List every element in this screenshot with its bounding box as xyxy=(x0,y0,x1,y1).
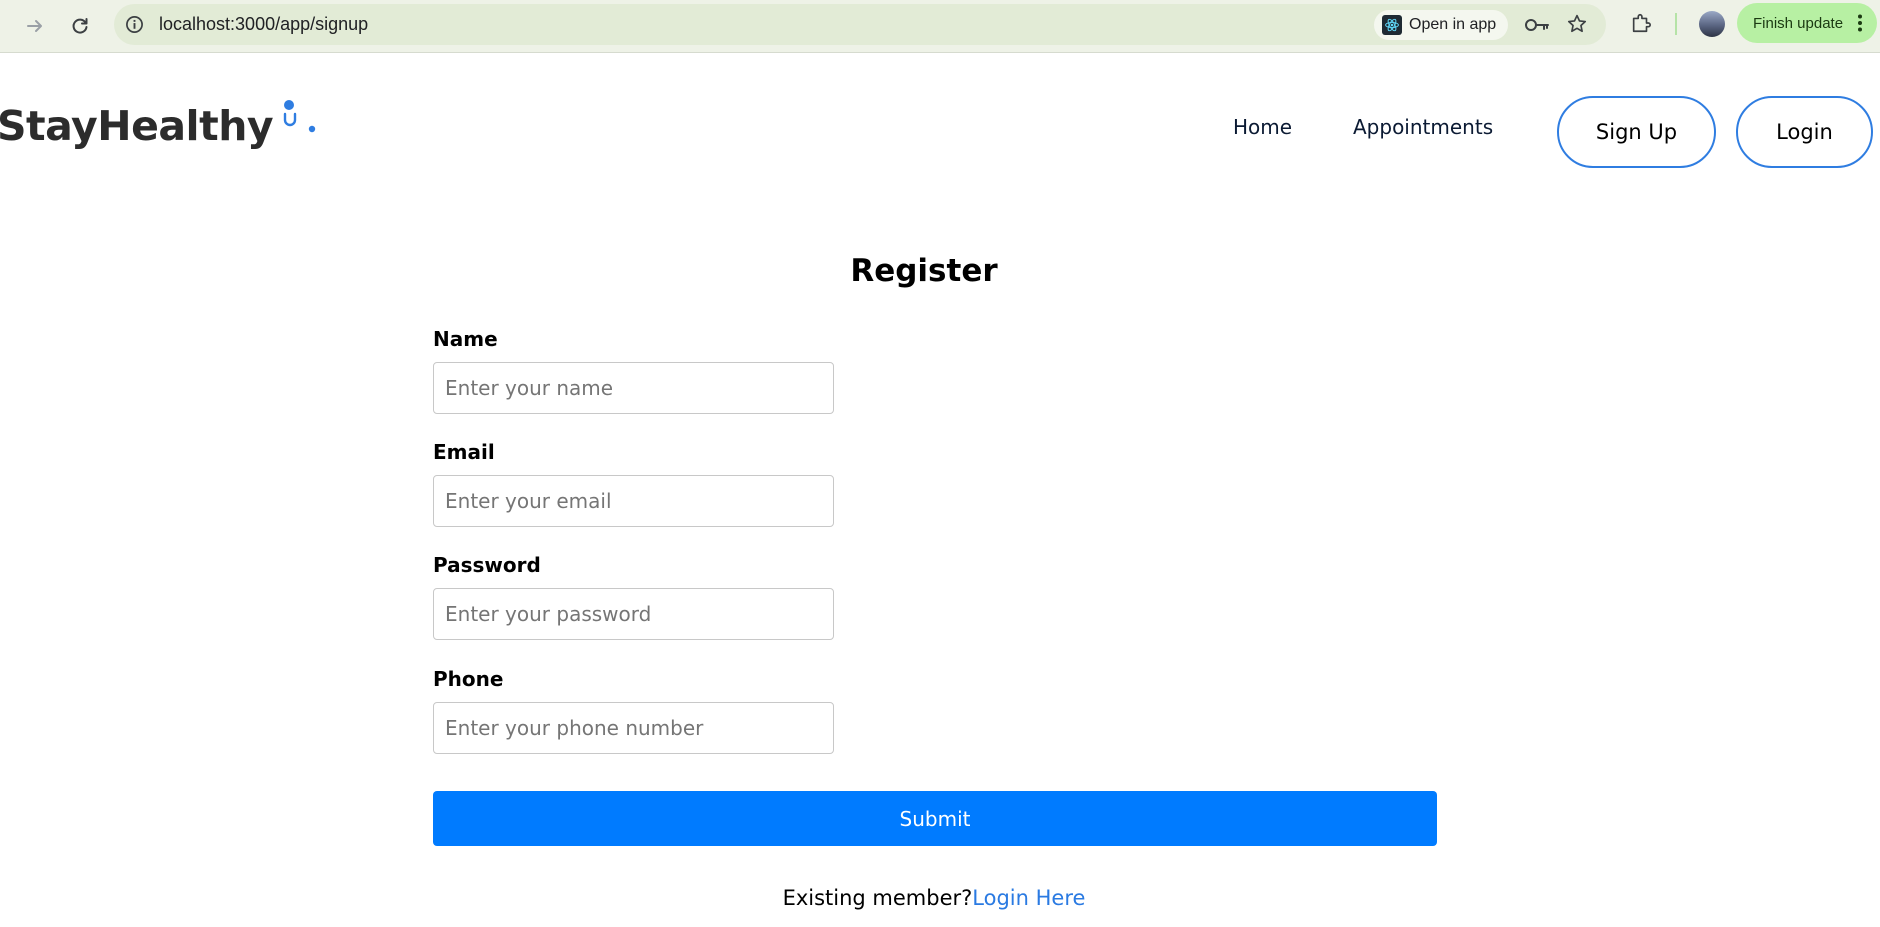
email-label: Email xyxy=(433,440,495,464)
address-bar[interactable]: localhost:3000/app/signup Open in app xyxy=(114,4,1606,45)
nav-appointments-link[interactable]: Appointments xyxy=(1353,115,1493,139)
open-in-app-chip[interactable]: Open in app xyxy=(1374,10,1509,40)
login-button[interactable]: Login xyxy=(1736,96,1873,168)
react-icon xyxy=(1382,15,1402,35)
finish-update-label: Finish update xyxy=(1753,14,1844,32)
toolbar-divider xyxy=(1675,13,1677,35)
name-label: Name xyxy=(433,327,498,351)
name-input[interactable] xyxy=(433,362,834,414)
page-title: Register xyxy=(850,253,998,289)
more-menu-icon[interactable] xyxy=(1857,14,1863,36)
phone-label: Phone xyxy=(433,667,504,691)
password-input[interactable] xyxy=(433,588,834,640)
nav-home-link[interactable]: Home xyxy=(1233,115,1292,139)
logo-stethoscope-icon xyxy=(279,96,319,144)
reload-icon xyxy=(72,18,88,34)
site-info-icon[interactable] xyxy=(124,14,145,35)
phone-input[interactable] xyxy=(433,702,834,754)
password-key-icon[interactable] xyxy=(1524,15,1550,39)
email-input[interactable] xyxy=(433,475,834,527)
submit-button[interactable]: Submit xyxy=(433,791,1437,846)
extensions-puzzle-icon[interactable] xyxy=(1630,12,1652,38)
forward-arrow-icon xyxy=(27,20,42,32)
forward-button[interactable] xyxy=(19,10,51,42)
open-in-app-label: Open in app xyxy=(1409,16,1497,33)
password-label: Password xyxy=(433,553,541,577)
url-text[interactable]: localhost:3000/app/signup xyxy=(159,14,368,35)
reload-button[interactable] xyxy=(64,10,96,42)
browser-toolbar: localhost:3000/app/signup Open in app Fi… xyxy=(0,0,1880,53)
profile-avatar[interactable] xyxy=(1699,11,1725,37)
logo-text: StayHealthy xyxy=(0,102,274,150)
signup-button[interactable]: Sign Up xyxy=(1557,96,1716,168)
existing-member-text: Existing member? xyxy=(782,886,973,910)
login-here-link[interactable]: Login Here xyxy=(972,886,1085,910)
finish-update-button[interactable]: Finish update xyxy=(1737,3,1877,43)
site-logo[interactable]: StayHealthy xyxy=(0,96,319,150)
existing-member-line: Existing member?Login Here xyxy=(0,886,1868,910)
bookmark-star-icon[interactable] xyxy=(1566,13,1588,39)
